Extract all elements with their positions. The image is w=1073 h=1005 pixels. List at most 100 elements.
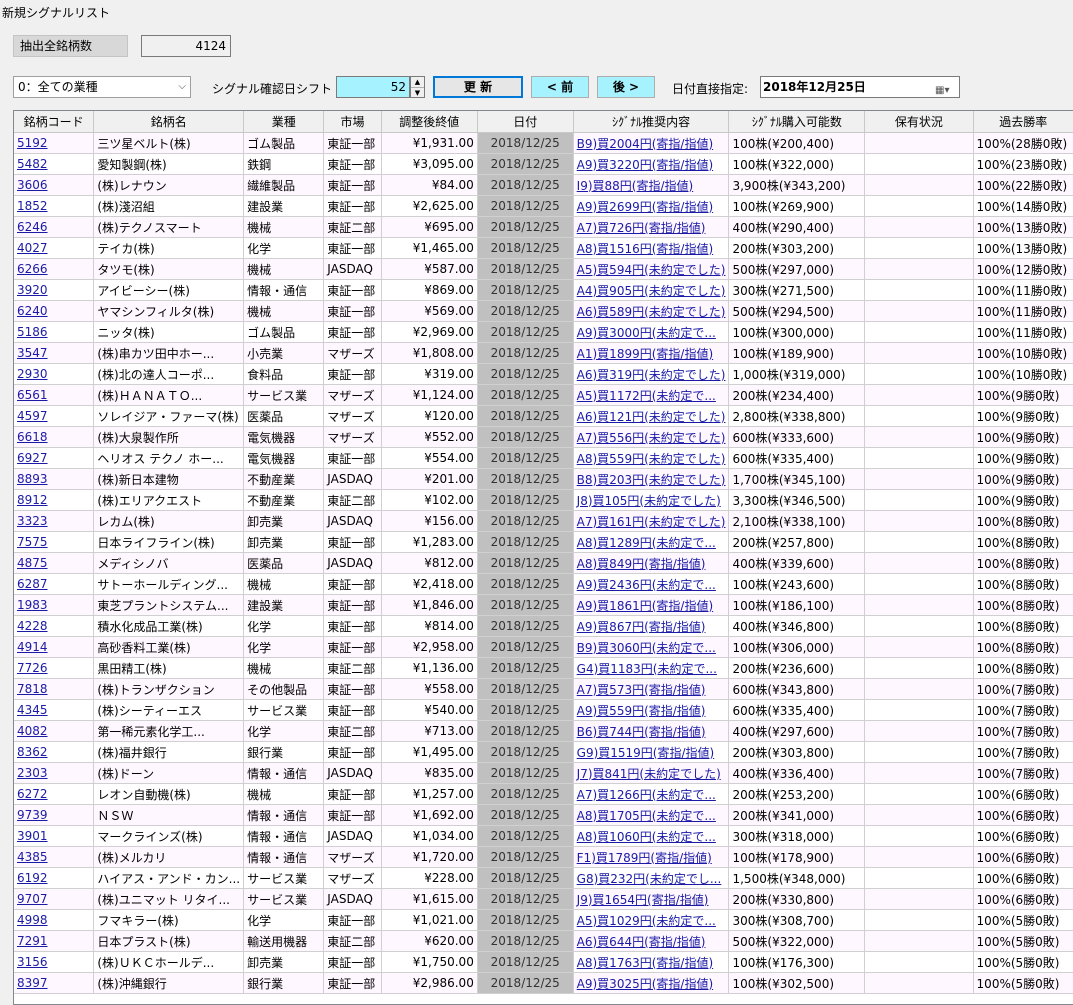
table-row[interactable]: 4597 ソレイジア・ファーマ(株) 医薬品 マザーズ ¥120.00 2018/12/2… (14, 405, 1073, 427)
signal-link[interactable]: A4)買905円(未約定でした) (577, 284, 726, 298)
stock-code-link[interactable]: 3547 (17, 346, 48, 360)
update-button[interactable]: 更 新 (433, 76, 523, 98)
signal-link[interactable]: B9)買3060円(未約定で... (577, 641, 716, 655)
stock-code-link[interactable]: 5482 (17, 157, 48, 171)
signal-link[interactable]: A9)買2699円(寄指/指値) (577, 200, 713, 214)
table-row[interactable]: 5482 愛知製鋼(株) 鉄鋼 東証一部 ¥3,095.00 2018/12/25 A9)買… (14, 153, 1073, 175)
signal-link[interactable]: A7)買556円(未約定でした) (577, 431, 726, 445)
col-winrate-header[interactable]: 過去勝率 (973, 111, 1073, 133)
stock-code-link[interactable]: 6246 (17, 220, 48, 234)
table-row[interactable]: 7726 黒田精工(株) 機械 東証二部 ¥1,136.00 2018/12/25 G4)買… (14, 657, 1073, 679)
signal-link[interactable]: J7)買841円(未約定でした) (577, 767, 721, 781)
table-row[interactable]: 8397 (株)沖縄銀行 銀行業 東証一部 ¥2,986.00 2018/12/25 A9)… (14, 972, 1073, 994)
stock-code-link[interactable]: 8912 (17, 493, 48, 507)
stock-code-link[interactable]: 6192 (17, 871, 48, 885)
table-row[interactable]: 9707 (株)ユニマット リタイ... サービス業 JASDAQ ¥1,615.00 2… (14, 888, 1073, 910)
signal-link[interactable]: A9)買1861円(寄指/指値) (577, 599, 713, 613)
stock-code-link[interactable]: 4875 (17, 556, 48, 570)
stock-code-link[interactable]: 6266 (17, 262, 48, 276)
table-row[interactable]: 4082 第一稀元素化学工... 化学 東証二部 ¥713.00 2018/12/25 B6… (14, 720, 1073, 742)
stock-code-link[interactable]: 6927 (17, 451, 48, 465)
signal-link[interactable]: A8)買1763円(寄指/指値) (577, 956, 713, 970)
table-row[interactable]: 6618 (株)大泉製作所 電気機器 マザーズ ¥552.00 2018/12/25 A7)… (14, 426, 1073, 448)
stock-code-link[interactable]: 4597 (17, 409, 48, 423)
industry-select[interactable]: 0：全ての業種 ⌵ (13, 76, 191, 98)
spin-up-icon[interactable]: ▲ (411, 77, 424, 88)
prev-button[interactable]: < 前 (531, 76, 589, 98)
signal-link[interactable]: A8)買1060円(未約定で... (577, 830, 716, 844)
signal-link[interactable]: A6)買121円(未約定でした) (577, 410, 726, 424)
signal-link[interactable]: A7)買161円(未約定でした) (577, 515, 726, 529)
stock-code-link[interactable]: 3920 (17, 283, 48, 297)
stock-code-link[interactable]: 3606 (17, 178, 48, 192)
table-row[interactable]: 1852 (株)淺沼組 建設業 東証一部 ¥2,625.00 2018/12/25 A9)買… (14, 195, 1073, 217)
signal-link[interactable]: A8)買1516円(寄指/指値) (577, 242, 713, 256)
table-row[interactable]: 6246 (株)テクノスマート 機械 東証二部 ¥695.00 2018/12/25 A7)… (14, 216, 1073, 238)
signal-link[interactable]: F1)買1789円(寄指/指値) (577, 851, 712, 865)
signal-link[interactable]: A5)買1029円(未約定で... (577, 914, 716, 928)
signal-link[interactable]: A9)買3025円(寄指/指値) (577, 977, 713, 991)
table-row[interactable]: 4027 テイカ(株) 化学 東証一部 ¥1,465.00 2018/12/25 A8)買1… (14, 237, 1073, 259)
signal-link[interactable]: A8)買1289円(未約定で... (577, 536, 716, 550)
col-signal-header[interactable]: ｼｸﾞﾅﾙ推奨内容 (573, 111, 730, 133)
signal-link[interactable]: A5)買594円(未約定でした) (577, 263, 726, 277)
date-picker[interactable]: 2018年12月25日 ▦▾ (760, 76, 960, 98)
col-name-header[interactable]: 銘柄名 (93, 111, 245, 133)
calendar-dropdown-icon[interactable]: ▦▾ (935, 81, 955, 96)
stock-code-link[interactable]: 4345 (17, 703, 48, 717)
col-holding-header[interactable]: 保有状況 (864, 111, 974, 133)
stock-code-link[interactable]: 4914 (17, 640, 48, 654)
table-row[interactable]: 3920 アイビーシー(株) 情報・通信 東証一部 ¥869.00 2018/12/25 A… (14, 279, 1073, 301)
signal-table[interactable]: 銘柄コード 銘柄名 業種 市場 調整後終値 日付 ｼｸﾞﾅﾙ推奨内容 ｼｸﾞﾅﾙ購入可能数 保有… (13, 110, 1073, 1005)
stock-code-link[interactable]: 4082 (17, 724, 48, 738)
table-row[interactable]: 6927 ヘリオス テクノ ホー... 電気機器 東証一部 ¥554.00 2018/12… (14, 447, 1073, 469)
stock-code-link[interactable]: 6240 (17, 304, 48, 318)
table-row[interactable]: 3323 レカム(株) 卸売業 JASDAQ ¥156.00 2018/12/25 A7)買… (14, 510, 1073, 532)
stock-code-link[interactable]: 1852 (17, 199, 48, 213)
stock-code-link[interactable]: 8362 (17, 745, 48, 759)
signal-link[interactable]: J8)買105円(未約定でした) (577, 494, 721, 508)
col-quantity-header[interactable]: ｼｸﾞﾅﾙ購入可能数 (728, 111, 866, 133)
table-row[interactable]: 3606 (株)レナウン 繊維製品 東証一部 ¥84.00 2018/12/25 I9)買8… (14, 174, 1073, 196)
col-date-header[interactable]: 日付 (477, 111, 574, 133)
table-row[interactable]: 4385 (株)メルカリ 情報・通信 マザーズ ¥1,720.00 2018/12/25 F… (14, 846, 1073, 868)
table-row[interactable]: 2930 (株)北の達人コーポ... 食料品 東証一部 ¥319.00 2018/12/2… (14, 363, 1073, 385)
table-row[interactable]: 4998 フマキラー(株) 化学 東証一部 ¥1,021.00 2018/12/25 A5)… (14, 909, 1073, 931)
col-code-header[interactable]: 銘柄コード (14, 111, 95, 133)
signal-link[interactable]: A9)買3000円(未約定で... (577, 326, 716, 340)
table-row[interactable]: 7291 日本プラスト(株) 輸送用機器 東証二部 ¥620.00 2018/12/25 A… (14, 930, 1073, 952)
stock-code-link[interactable]: 7818 (17, 682, 48, 696)
stock-code-link[interactable]: 9707 (17, 892, 48, 906)
stock-code-link[interactable]: 8893 (17, 472, 48, 486)
signal-link[interactable]: A6)買644円(寄指/指値) (577, 935, 706, 949)
signal-link[interactable]: G8)買232円(未約定でし... (577, 872, 722, 886)
stock-code-link[interactable]: 3901 (17, 829, 48, 843)
signal-link[interactable]: A9)買559円(寄指/指値) (577, 704, 706, 718)
stock-code-link[interactable]: 5192 (17, 136, 48, 150)
stock-code-link[interactable]: 7726 (17, 661, 48, 675)
table-row[interactable]: 6240 ヤマシンフィルタ(株) 機械 東証一部 ¥569.00 2018/12/25 A6… (14, 300, 1073, 322)
stock-code-link[interactable]: 7291 (17, 934, 48, 948)
table-row[interactable]: 4914 高砂香料工業(株) 化学 東証一部 ¥2,958.00 2018/12/25 B9… (14, 636, 1073, 658)
signal-link[interactable]: A1)買1899円(寄指/指値) (577, 347, 713, 361)
signal-link[interactable]: G4)買1183円(未約定で... (577, 662, 717, 676)
table-row[interactable]: 3901 マークラインズ(株) 情報・通信 JASDAQ ¥1,034.00 2018/1… (14, 825, 1073, 847)
stock-code-link[interactable]: 6287 (17, 577, 48, 591)
signal-link[interactable]: A9)買2436円(未約定で... (577, 578, 716, 592)
signal-link[interactable]: J9)買1654円(寄指/指値) (577, 893, 709, 907)
stock-code-link[interactable]: 4027 (17, 241, 48, 255)
table-row[interactable]: 2303 (株)ドーン 情報・通信 JASDAQ ¥835.00 2018/12/25 J7… (14, 762, 1073, 784)
stock-code-link[interactable]: 9739 (17, 808, 48, 822)
signal-link[interactable]: A8)買1705円(未約定で... (577, 809, 716, 823)
stock-code-link[interactable]: 6272 (17, 787, 48, 801)
signal-link[interactable]: A7)買573円(寄指/指値) (577, 683, 706, 697)
signal-link[interactable]: A6)買589円(未約定でした) (577, 305, 726, 319)
signal-link[interactable]: A9)買867円(寄指/指値) (577, 620, 706, 634)
signal-link[interactable]: B9)買2004円(寄指/指値) (577, 137, 714, 151)
stock-code-link[interactable]: 2930 (17, 367, 48, 381)
table-row[interactable]: 7818 (株)トランザクション その他製品 東証一部 ¥558.00 2018/12/2… (14, 678, 1073, 700)
table-row[interactable]: 6272 レオン自動機(株) 機械 東証一部 ¥1,257.00 2018/12/25 A7… (14, 783, 1073, 805)
table-row[interactable]: 1983 東芝プラントシステム... 建設業 東証一部 ¥1,846.00 2018/12… (14, 594, 1073, 616)
table-row[interactable]: 6266 タツモ(株) 機械 JASDAQ ¥587.00 2018/12/25 A5)買5… (14, 258, 1073, 280)
stock-code-link[interactable]: 2303 (17, 766, 48, 780)
